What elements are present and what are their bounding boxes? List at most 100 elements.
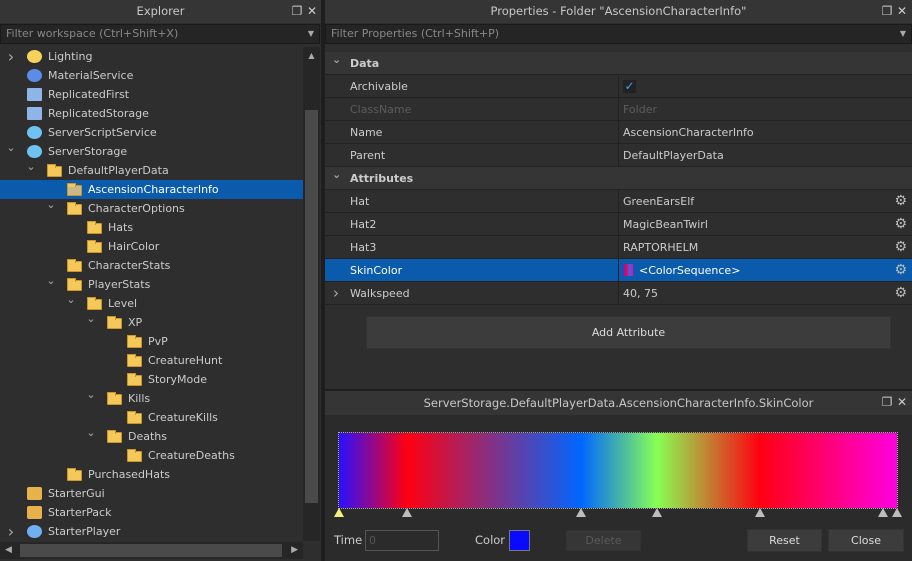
tree-item[interactable]: ReplicatedStorage bbox=[0, 104, 303, 123]
gradient-preview[interactable] bbox=[338, 432, 898, 509]
tree-item[interactable]: › StarterPlayer bbox=[0, 522, 303, 541]
tree-item[interactable]: › Lighting bbox=[0, 47, 303, 66]
keypoint-marker[interactable] bbox=[878, 508, 889, 517]
property-value-text: AscensionCharacterInfo bbox=[623, 126, 754, 139]
folder-icon bbox=[107, 316, 122, 329]
property-value[interactable]: Folder bbox=[618, 98, 912, 120]
horizontal-scrollbar[interactable]: ◀ ▶ bbox=[0, 542, 303, 559]
float-icon[interactable]: ❐ bbox=[290, 0, 304, 23]
gear-icon[interactable]: ⚙ bbox=[894, 236, 907, 259]
gear-icon[interactable]: ⚙ bbox=[894, 282, 907, 305]
vertical-scrollbar[interactable]: ▲ bbox=[303, 47, 320, 541]
property-value[interactable]: DefaultPlayerData bbox=[618, 144, 912, 166]
keypoint-marker[interactable] bbox=[576, 508, 587, 517]
time-input[interactable]: 0 bbox=[365, 530, 439, 551]
tree-item[interactable]: CreatureDeaths bbox=[0, 446, 303, 465]
color-swatch[interactable] bbox=[509, 530, 530, 551]
tree-item[interactable]: MaterialService bbox=[0, 66, 303, 85]
tree-item[interactable]: StoryMode bbox=[0, 370, 303, 389]
tree-item[interactable]: PurchasedHats bbox=[0, 465, 303, 484]
tree-item[interactable]: ⌄ Deaths bbox=[0, 426, 303, 446]
gear-icon[interactable]: ⚙ bbox=[894, 259, 907, 282]
tree-item[interactable]: StarterGui bbox=[0, 484, 303, 503]
chevron-down-icon[interactable]: ⌄ bbox=[85, 423, 97, 442]
chevron-down-icon[interactable]: ⌄ bbox=[332, 163, 341, 186]
tree-item[interactable]: ReplicatedFirst bbox=[0, 85, 303, 104]
tree-item[interactable]: StarterPack bbox=[0, 503, 303, 522]
keypoint-marker[interactable] bbox=[754, 508, 765, 517]
property-row[interactable]: Parent DefaultPlayerData bbox=[325, 144, 912, 167]
gear-icon[interactable]: ⚙ bbox=[894, 190, 907, 213]
property-row[interactable]: Hat2 MagicBeanTwirl ⚙ bbox=[325, 213, 912, 236]
chevron-right-icon[interactable]: › bbox=[5, 47, 17, 66]
chevron-down-icon[interactable]: ⌄ bbox=[85, 309, 97, 328]
close-button[interactable]: Close bbox=[828, 529, 904, 552]
property-row[interactable]: Archivable ✓ bbox=[325, 75, 912, 98]
tree-item[interactable]: CreatureKills bbox=[0, 408, 303, 427]
tree-item-label: ServerStorage bbox=[48, 145, 128, 158]
tree-item[interactable]: ⌄ CharacterOptions bbox=[0, 198, 303, 218]
reset-button[interactable]: Reset bbox=[747, 529, 822, 552]
property-row[interactable]: › Walkspeed 40, 75 ⚙ bbox=[325, 282, 912, 305]
scroll-up-button[interactable]: ▲ bbox=[303, 47, 320, 64]
keypoint-marker[interactable] bbox=[334, 508, 344, 517]
property-value[interactable]: <ColorSequence> ⚙ bbox=[618, 259, 912, 281]
tree-item[interactable]: CreatureHunt bbox=[0, 351, 303, 370]
chevron-down-icon[interactable]: ▼ bbox=[900, 25, 906, 43]
section-header-data[interactable]: ⌄ Data bbox=[325, 52, 912, 75]
tree-item[interactable]: ⌄ XP bbox=[0, 312, 303, 332]
tree-item[interactable]: ⌄ ServerStorage bbox=[0, 141, 303, 161]
close-icon[interactable]: ✕ bbox=[895, 0, 909, 23]
tree-item[interactable]: HairColor bbox=[0, 237, 303, 256]
scroll-thumb[interactable] bbox=[305, 110, 318, 503]
tree-item[interactable]: ⌄ Level bbox=[0, 293, 303, 313]
property-value[interactable]: MagicBeanTwirl ⚙ bbox=[618, 213, 912, 235]
section-header-attributes[interactable]: ⌄ Attributes bbox=[325, 167, 912, 190]
tree-item[interactable]: PvP bbox=[0, 332, 303, 351]
close-icon[interactable]: ✕ bbox=[305, 0, 319, 23]
chevron-down-icon[interactable]: ⌄ bbox=[45, 195, 57, 214]
tree-item[interactable]: ⌄ Kills bbox=[0, 388, 303, 408]
property-row[interactable]: Name AscensionCharacterInfo bbox=[325, 121, 912, 144]
property-value[interactable]: 40, 75 ⚙ bbox=[618, 282, 912, 304]
properties-filter-input[interactable]: Filter Properties (Ctrl+Shift+P) ▼ bbox=[325, 24, 912, 44]
tree-item-label: Kills bbox=[128, 392, 151, 405]
property-value[interactable]: RAPTORHELM ⚙ bbox=[618, 236, 912, 258]
keypoint-marker[interactable] bbox=[402, 508, 413, 517]
chevron-down-icon[interactable]: ⌄ bbox=[25, 157, 37, 176]
float-icon[interactable]: ❐ bbox=[880, 0, 894, 23]
chevron-down-icon[interactable]: ⌄ bbox=[85, 385, 97, 404]
tree-item[interactable]: ServerScriptService bbox=[0, 123, 303, 142]
property-row[interactable]: Hat3 RAPTORHELM ⚙ bbox=[325, 236, 912, 259]
chevron-down-icon[interactable]: ⌄ bbox=[65, 290, 77, 309]
tree-item[interactable]: ⌄ DefaultPlayerData bbox=[0, 160, 303, 180]
chevron-down-icon[interactable]: ▼ bbox=[308, 25, 314, 43]
tree-item[interactable]: Hats bbox=[0, 218, 303, 237]
explorer-filter-input[interactable]: Filter workspace (Ctrl+Shift+X) ▼ bbox=[0, 24, 320, 44]
scroll-right-button[interactable]: ▶ bbox=[291, 542, 298, 559]
property-row[interactable]: ClassName Folder bbox=[325, 98, 912, 121]
chevron-down-icon[interactable]: ⌄ bbox=[332, 48, 341, 71]
keypoint-marker[interactable] bbox=[652, 508, 663, 517]
archivable-checkbox[interactable]: ✓ bbox=[623, 80, 636, 93]
editor-title: ServerStorage.DefaultPlayerData.Ascensio… bbox=[325, 391, 912, 415]
scroll-thumb[interactable] bbox=[20, 544, 282, 557]
replicated-first-icon bbox=[27, 88, 42, 101]
chevron-right-icon[interactable]: › bbox=[333, 282, 339, 305]
close-icon[interactable]: ✕ bbox=[895, 391, 909, 414]
scroll-left-button[interactable]: ◀ bbox=[5, 542, 12, 559]
property-value[interactable]: AscensionCharacterInfo bbox=[618, 121, 912, 143]
delete-button[interactable]: Delete bbox=[566, 530, 641, 551]
property-value[interactable]: GreenEarsElf ⚙ bbox=[618, 190, 912, 212]
tree-item[interactable]: ⌄ PlayerStats bbox=[0, 274, 303, 294]
property-value[interactable]: ✓ bbox=[618, 75, 912, 97]
gear-icon[interactable]: ⚙ bbox=[894, 213, 907, 236]
keypoint-marker[interactable] bbox=[892, 508, 902, 517]
add-attribute-button[interactable]: Add Attribute bbox=[366, 316, 891, 349]
chevron-down-icon[interactable]: ⌄ bbox=[45, 271, 57, 290]
chevron-down-icon[interactable]: ⌄ bbox=[5, 138, 17, 157]
float-icon[interactable]: ❐ bbox=[880, 391, 894, 414]
property-row[interactable]: SkinColor <ColorSequence> ⚙ bbox=[325, 259, 912, 282]
property-row[interactable]: Hat GreenEarsElf ⚙ bbox=[325, 190, 912, 213]
chevron-right-icon[interactable]: › bbox=[5, 522, 17, 541]
